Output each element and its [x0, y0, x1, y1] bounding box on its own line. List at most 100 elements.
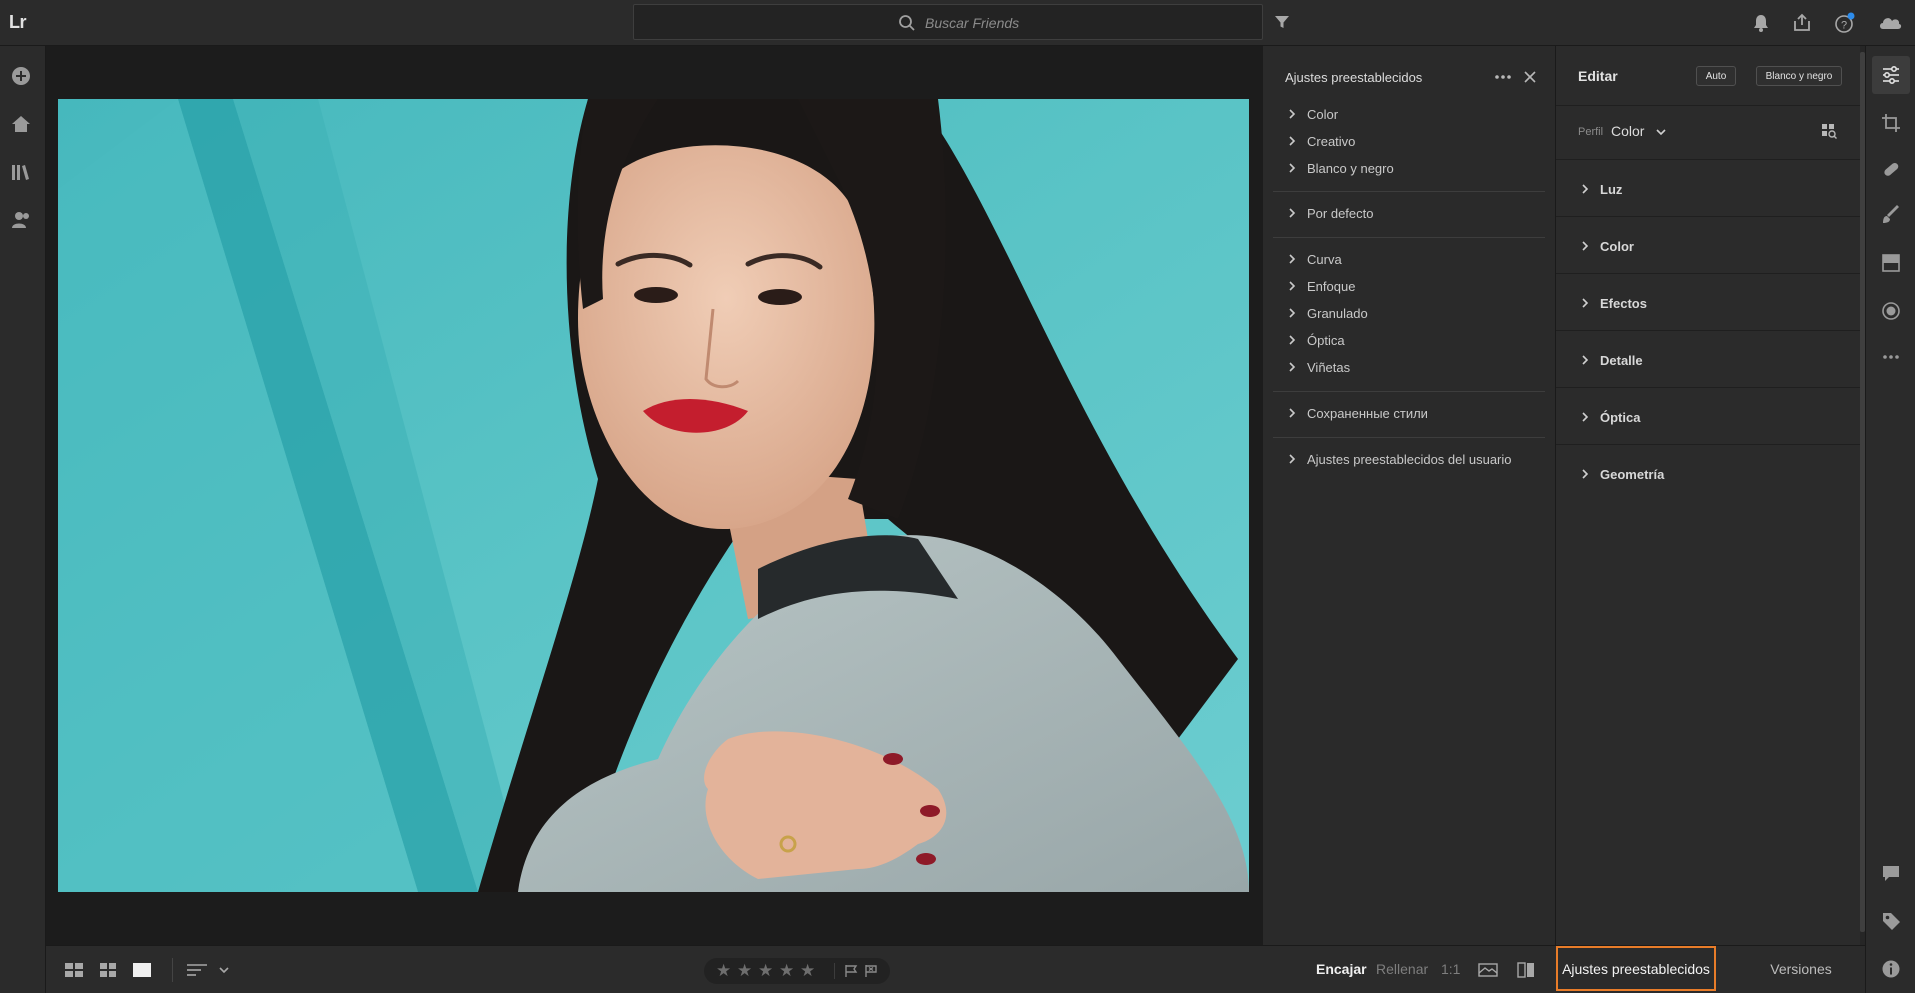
section-label: Detalle: [1600, 352, 1643, 368]
chevron-right-icon: [1289, 281, 1296, 291]
chevron-right-icon: [1289, 163, 1296, 173]
search-input[interactable]: Buscar Friends: [633, 4, 1263, 40]
section-label: Efectos: [1600, 295, 1647, 311]
divider: [1556, 216, 1861, 217]
profile-browser-icon[interactable]: [1820, 122, 1838, 140]
left-nav: [0, 46, 46, 993]
preset-group-color[interactable]: Color: [1285, 104, 1338, 124]
edit-title: Editar: [1578, 68, 1618, 84]
chevron-right-icon: [1289, 254, 1296, 264]
square-grid-view-icon[interactable]: [64, 961, 84, 979]
zoom-fill-option[interactable]: Rellenar: [1376, 961, 1428, 977]
keywords-icon[interactable]: [1880, 910, 1902, 932]
section-luz[interactable]: Luz: [1578, 179, 1622, 199]
search-icon: [899, 15, 915, 31]
chevron-right-icon: [1289, 208, 1296, 218]
preset-group-label: Por defecto: [1307, 205, 1374, 221]
filter-icon[interactable]: [1273, 13, 1291, 31]
divider: [1273, 437, 1545, 438]
healing-icon[interactable]: [1880, 158, 1902, 180]
divider: [1556, 444, 1861, 445]
chevron-down-icon[interactable]: [1655, 126, 1667, 138]
photo-viewer[interactable]: [46, 46, 1263, 945]
brush-icon[interactable]: [1880, 204, 1902, 226]
edit-tool-button[interactable]: [1872, 56, 1910, 94]
photo-grid-view-icon[interactable]: [98, 961, 118, 979]
black-and-white-button[interactable]: Blanco y negro: [1756, 66, 1842, 86]
chevron-right-icon: [1289, 408, 1296, 418]
preset-group-optica[interactable]: Óptica: [1285, 330, 1345, 350]
tab-versions[interactable]: Versiones: [1736, 946, 1866, 991]
star-2[interactable]: ★: [737, 961, 752, 981]
cloud-icon[interactable]: [1877, 12, 1903, 34]
preset-group-por-defecto[interactable]: Por defecto: [1285, 203, 1374, 223]
section-geometria[interactable]: Geometría: [1578, 464, 1664, 484]
bottom-bar: ★ ★ ★ ★ ★ Encajar Rellenar 1:1 Ajustes p…: [46, 945, 1865, 993]
crop-icon[interactable]: [1880, 112, 1902, 134]
notifications-icon[interactable]: [1750, 12, 1772, 34]
profile-select[interactable]: Color: [1611, 123, 1644, 139]
before-after-icon[interactable]: [1516, 961, 1536, 979]
chevron-right-icon: [1582, 298, 1589, 308]
auto-button[interactable]: Auto: [1696, 66, 1736, 86]
section-color[interactable]: Color: [1578, 236, 1634, 256]
preset-group-vinetas[interactable]: Viñetas: [1285, 357, 1350, 377]
chevron-right-icon: [1582, 412, 1589, 422]
chevron-down-icon[interactable]: [218, 961, 230, 979]
preset-group-label: Óptica: [1307, 332, 1345, 348]
star-5[interactable]: ★: [800, 961, 815, 981]
preset-group-label: Blanco y negro: [1307, 160, 1394, 176]
more-icon[interactable]: [1880, 346, 1902, 368]
people-icon[interactable]: [9, 208, 33, 232]
presets-panel: Ajustes preestablecidos Color Creativo B…: [1263, 46, 1555, 945]
preset-group-creativo[interactable]: Creativo: [1285, 131, 1355, 151]
preset-group-user-presets[interactable]: Ajustes preestablecidos del usuario: [1285, 449, 1512, 469]
linear-gradient-icon[interactable]: [1880, 252, 1902, 274]
preset-group-enfoque[interactable]: Enfoque: [1285, 276, 1355, 296]
chevron-right-icon: [1582, 184, 1589, 194]
section-optica[interactable]: Óptica: [1578, 407, 1640, 427]
sort-icon[interactable]: [186, 961, 208, 979]
preset-group-label: Color: [1307, 106, 1339, 122]
section-label: Geometría: [1600, 466, 1665, 482]
star-3[interactable]: ★: [758, 961, 773, 981]
radial-gradient-icon[interactable]: [1880, 300, 1902, 322]
flag-reject-icon[interactable]: [864, 964, 878, 978]
preset-group-curva[interactable]: Curva: [1285, 249, 1342, 269]
flag-pick-icon[interactable]: [844, 964, 858, 978]
divider: [1556, 387, 1861, 388]
divider: [1556, 330, 1861, 331]
comments-icon[interactable]: [1880, 862, 1902, 884]
preset-group-saved-styles[interactable]: Сохраненные стили: [1285, 403, 1428, 423]
home-icon[interactable]: [9, 112, 33, 136]
show-original-icon[interactable]: [1478, 961, 1498, 979]
preset-group-blanco-y-negro[interactable]: Blanco y negro: [1285, 158, 1394, 178]
star-4[interactable]: ★: [779, 961, 794, 981]
star-1[interactable]: ★: [716, 961, 731, 981]
help-icon[interactable]: ?: [1833, 12, 1855, 34]
main-photo[interactable]: [58, 99, 1249, 892]
chevron-right-icon: [1582, 355, 1589, 365]
info-icon[interactable]: [1880, 958, 1902, 980]
chevron-right-icon: [1289, 362, 1296, 372]
library-icon[interactable]: [9, 160, 33, 184]
tab-presets[interactable]: Ajustes preestablecidos: [1556, 946, 1716, 991]
zoom-1-1-option[interactable]: 1:1: [1441, 961, 1460, 977]
chevron-right-icon: [1289, 454, 1296, 464]
close-icon[interactable]: [1521, 68, 1539, 86]
share-icon[interactable]: [1791, 12, 1813, 34]
chevron-right-icon: [1289, 109, 1296, 119]
add-photos-icon[interactable]: [9, 64, 33, 88]
zoom-fit-option[interactable]: Encajar: [1316, 961, 1367, 977]
section-efectos[interactable]: Efectos: [1578, 293, 1647, 313]
section-detalle[interactable]: Detalle: [1578, 350, 1643, 370]
portrait-photo: [58, 99, 1249, 892]
edit-sliders-icon: [1883, 65, 1899, 85]
preset-group-granulado[interactable]: Granulado: [1285, 303, 1368, 323]
search-placeholder: Buscar Friends: [925, 15, 1020, 31]
divider: [1556, 273, 1861, 274]
detail-view-icon[interactable]: [132, 961, 152, 979]
lightroom-logo[interactable]: Lr: [9, 12, 27, 33]
profile-label: Perfil: [1578, 126, 1604, 138]
more-icon[interactable]: [1493, 68, 1513, 86]
